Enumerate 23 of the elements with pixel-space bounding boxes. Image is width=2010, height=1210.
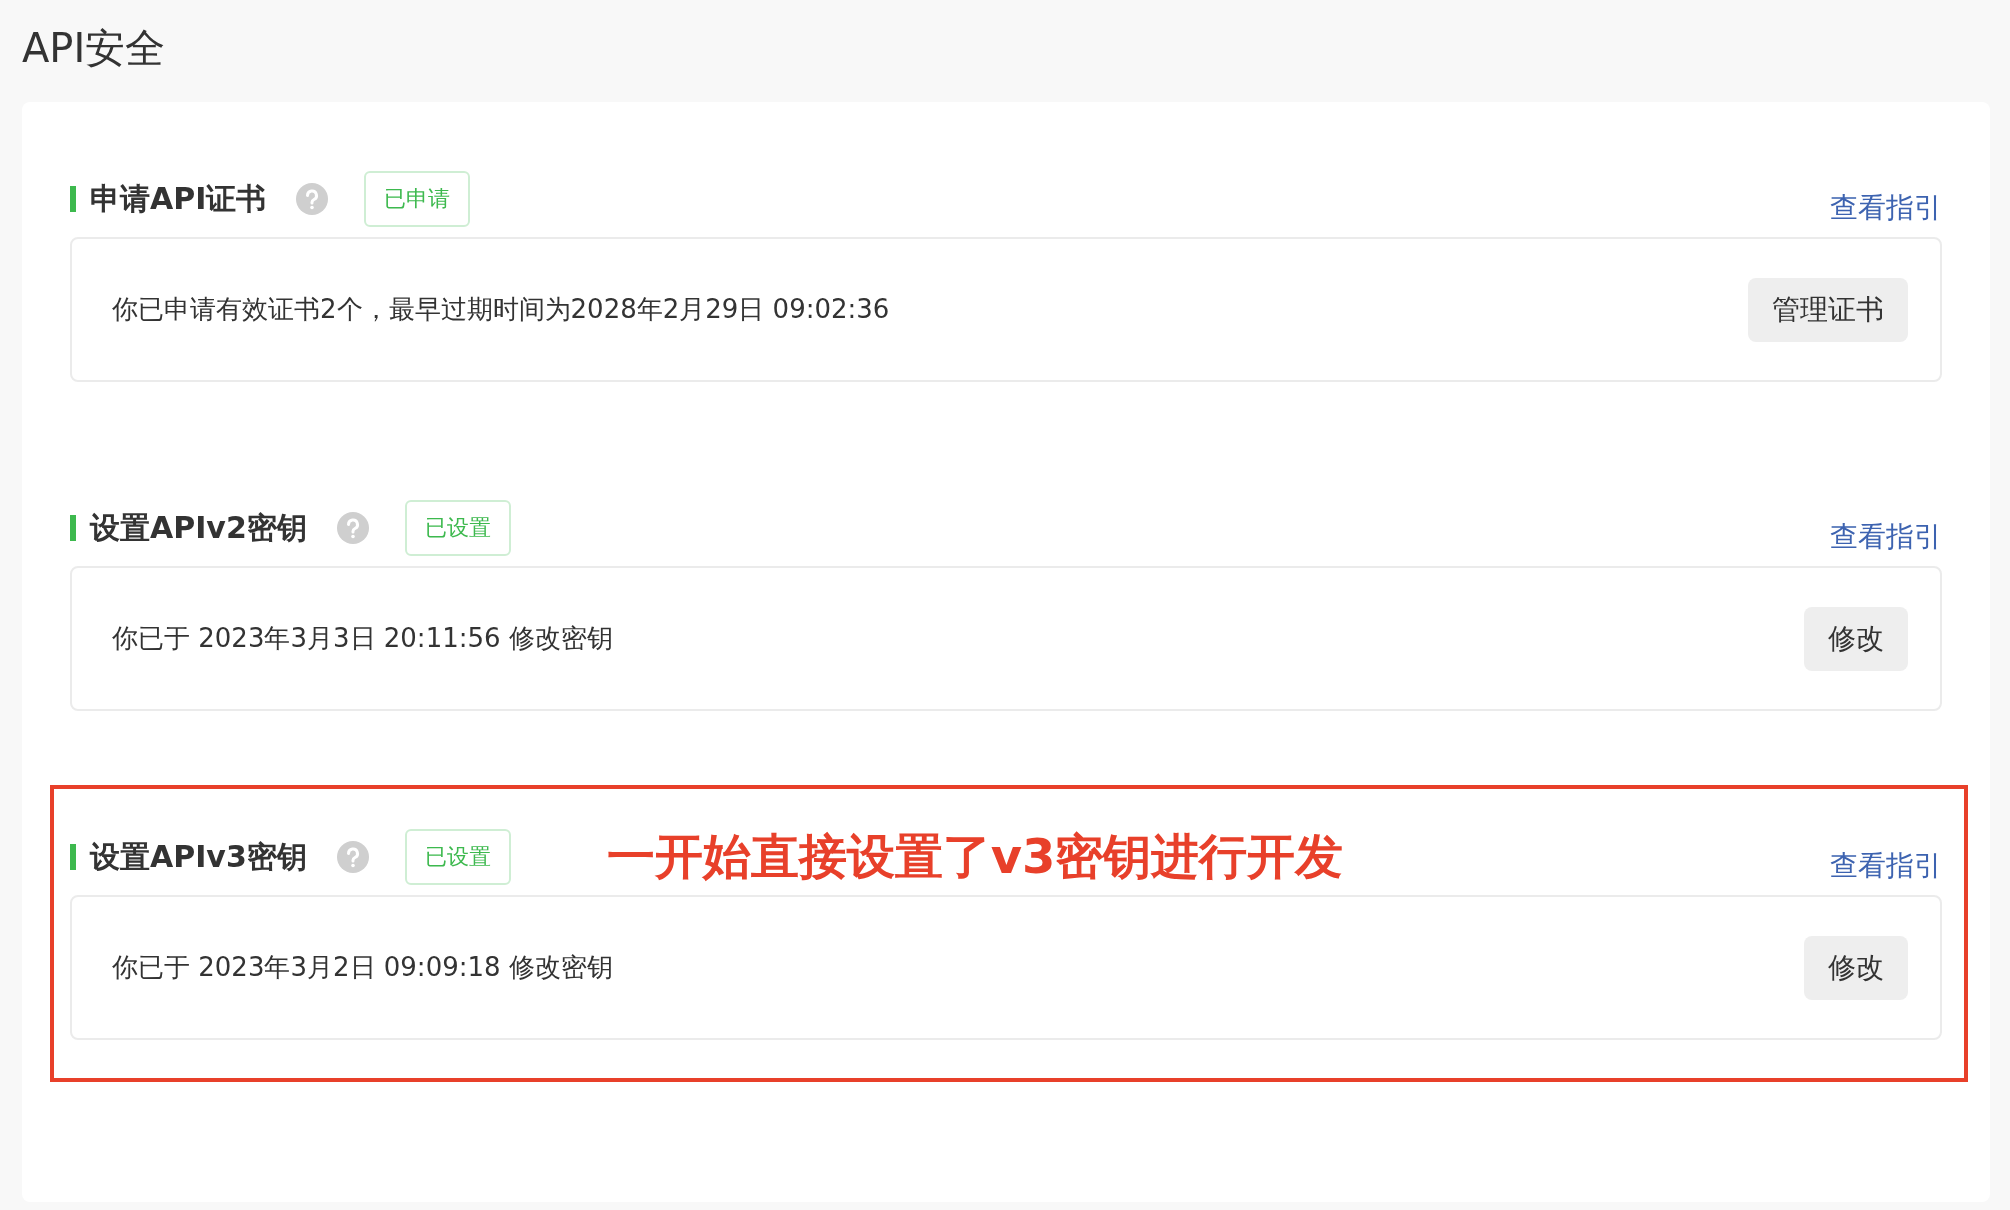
- status-badge: 已设置: [404, 829, 511, 885]
- section-title: 设置APIv2密钥: [90, 508, 307, 547]
- action-button[interactable]: 管理证书: [1748, 277, 1908, 342]
- action-button[interactable]: 修改: [1804, 935, 1908, 1000]
- help-icon[interactable]: [336, 512, 369, 544]
- help-icon[interactable]: [296, 183, 329, 215]
- help-icon[interactable]: [336, 841, 369, 873]
- page-title: API安全: [22, 24, 167, 73]
- guide-link[interactable]: 查看指引: [1830, 189, 1942, 227]
- guide-link[interactable]: 查看指引: [1830, 847, 1942, 885]
- annotation-text: 一开始直接设置了v3密钥进行开发: [606, 827, 1344, 886]
- status-badge: 已申请: [364, 171, 471, 227]
- status-message: 你已于 2023年3月3日 20:11:56 修改密钥: [112, 622, 613, 655]
- accent-bar: [70, 844, 76, 870]
- status-badge: 已设置: [404, 500, 511, 556]
- section-title: 申请API证书: [90, 179, 267, 218]
- guide-link[interactable]: 查看指引: [1830, 518, 1942, 556]
- accent-bar: [70, 515, 76, 541]
- action-button[interactable]: 修改: [1804, 606, 1908, 671]
- accent-bar: [70, 186, 76, 212]
- status-message: 你已于 2023年3月2日 09:09:18 修改密钥: [112, 951, 613, 984]
- status-message: 你已申请有效证书2个，最早过期时间为2028年2月29日 09:02:36: [112, 293, 890, 326]
- section-title: 设置APIv3密钥: [90, 837, 307, 876]
